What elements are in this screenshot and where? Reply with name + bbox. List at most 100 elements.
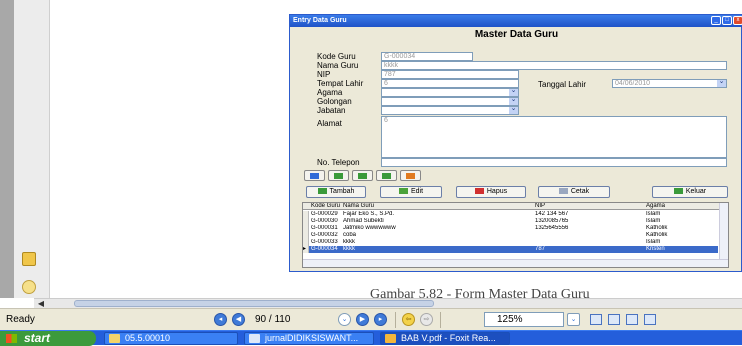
table-cell: Katholik — [646, 232, 668, 238]
hapus-button[interactable]: Hapus — [456, 186, 526, 198]
no-telepon-label: No. Telepon — [317, 158, 360, 167]
start-label: start — [24, 331, 51, 345]
row-selector[interactable] — [303, 239, 309, 246]
last-record-icon — [382, 173, 391, 179]
last-record-button[interactable] — [376, 170, 397, 181]
row-selector[interactable] — [303, 218, 309, 225]
navigation-panel — [14, 0, 50, 298]
forward-icon[interactable]: ⇨ — [420, 313, 433, 326]
first-page-icon[interactable]: ◂ — [214, 313, 227, 326]
table-cell: G-000033 — [311, 239, 338, 245]
agama-select[interactable] — [381, 88, 519, 97]
table-row[interactable]: G-000032 coba Katholik — [303, 232, 718, 239]
table-row[interactable]: G-000030 Ahmad Subekti 1320085765 Islam — [303, 218, 718, 225]
column-header[interactable]: Agama — [646, 203, 716, 210]
minimize-icon[interactable]: _ — [711, 16, 721, 25]
tanggal-lahir-label: Tanggal Lahir — [538, 80, 587, 89]
back-icon[interactable]: ⇦ — [402, 313, 415, 326]
close-icon[interactable]: x — [733, 16, 742, 25]
table-row[interactable]: G-000029 Fajar Eko S., S.Pd. 142 134 567 Is… — [303, 211, 718, 218]
tanggal-lahir-picker[interactable]: 04/06/2010 — [612, 79, 727, 88]
cetak-button[interactable]: Cetak — [538, 186, 610, 198]
jabatan-label: Jabatan — [317, 106, 346, 115]
table-row[interactable]: G-000031 Jatmiko wwwwwww 1325645556 Katholi… — [303, 225, 718, 232]
last-page-icon[interactable]: ▸ — [374, 313, 387, 326]
kode-guru-label: Kode Guru — [317, 52, 356, 61]
layers-icon[interactable] — [22, 252, 36, 266]
scroll-left-icon[interactable]: ◀ — [36, 299, 46, 308]
separator — [440, 312, 441, 328]
start-button[interactable]: start — [0, 331, 96, 346]
table-cell: G-000032 — [311, 232, 338, 238]
golongan-label: Golongan — [317, 97, 352, 106]
table-cell: Jatmiko wwwwwww — [343, 225, 396, 231]
page-dropdown-icon[interactable]: ⌄ — [338, 313, 351, 326]
row-selector[interactable] — [303, 232, 309, 239]
golongan-select[interactable] — [381, 97, 519, 106]
status-text: Ready — [6, 314, 35, 325]
tambah-label: Tambah — [329, 188, 355, 195]
form-title: Master Data Guru — [474, 29, 559, 40]
tambah-button[interactable]: Tambah — [306, 186, 366, 198]
zoom-select[interactable]: 125% — [484, 312, 564, 327]
scrollbar-thumb[interactable] — [74, 300, 434, 307]
page-number[interactable]: 90 / 110 — [255, 312, 335, 327]
exit-icon — [673, 188, 683, 195]
taskbar-item[interactable]: BAB V.pdf - Foxit Rea... — [380, 332, 510, 345]
table-cell: G-000030 — [311, 218, 338, 224]
alamat-label: Alamat — [317, 119, 342, 128]
keluar-label: Keluar — [685, 188, 707, 195]
jabatan-select[interactable] — [381, 106, 519, 115]
hapus-label: Hapus — [486, 188, 508, 195]
table-cell: Islam — [646, 239, 661, 245]
row-selector[interactable] — [303, 211, 309, 218]
windows-logo-icon — [6, 334, 17, 343]
next-page-icon[interactable]: ▶ — [356, 313, 369, 326]
left-rail — [0, 0, 14, 298]
keluar-button[interactable]: Keluar — [652, 186, 728, 198]
table-cell: kkkk — [343, 246, 355, 252]
no-telepon-field[interactable] — [381, 158, 727, 167]
table-cell: 1325645556 — [535, 225, 569, 231]
tempat-lahir-field[interactable]: 6 — [381, 79, 519, 88]
separator — [395, 312, 396, 328]
row-selector[interactable]: ▸ — [303, 246, 309, 253]
grid-horizontal-scrollbar[interactable] — [303, 259, 728, 267]
grid-vertical-scrollbar[interactable] — [719, 203, 728, 259]
kode-guru-field[interactable]: G-000034 — [381, 52, 473, 61]
continuous-facing-view-icon[interactable] — [644, 314, 656, 325]
next-record-icon — [358, 173, 367, 179]
column-header[interactable]: Nama Guru — [343, 203, 483, 210]
continuous-view-icon[interactable] — [608, 314, 620, 325]
table-cell: Islam — [646, 211, 661, 217]
edit-label: Edit — [410, 188, 424, 195]
taskbar-item[interactable]: jurnalDIDIKSISWANT... — [244, 332, 374, 345]
single-page-view-icon[interactable] — [590, 314, 602, 325]
nama-guru-field[interactable]: kkkk — [381, 61, 727, 70]
refresh-button[interactable] — [400, 170, 421, 181]
horizontal-scrollbar[interactable]: ◀ — [34, 298, 742, 308]
next-record-button[interactable] — [352, 170, 373, 181]
column-header[interactable]: Kode Guru — [311, 203, 343, 210]
column-header[interactable]: NIP — [535, 203, 645, 210]
previous-record-button[interactable] — [328, 170, 349, 181]
guru-data-grid[interactable]: Kode Guru Nama Guru NIP Agama G-000029 Fa… — [302, 202, 729, 268]
edit-button[interactable]: Edit — [380, 186, 442, 198]
nip-field[interactable]: 787 — [381, 70, 519, 79]
facing-view-icon[interactable] — [626, 314, 638, 325]
taskbar: start 05.5.00010 jurnalDIDIKSISWANT... B… — [0, 330, 742, 346]
taskbar-item[interactable]: 05.5.00010 — [104, 332, 238, 345]
previous-page-icon[interactable]: ◀ — [232, 313, 245, 326]
table-row[interactable]: G-000033 kkkk Islam — [303, 239, 718, 246]
figure-caption: Gambar 5.82 - Form Master Data Guru — [370, 287, 590, 298]
agama-label: Agama — [317, 88, 343, 97]
add-icon — [317, 188, 327, 195]
alamat-field[interactable]: 6 — [381, 116, 727, 158]
row-selector[interactable] — [303, 225, 309, 232]
first-record-button[interactable] — [304, 170, 325, 181]
table-row[interactable]: ▸ G-000034 kkkk 787 Kristen — [303, 246, 718, 253]
maximize-icon[interactable]: □ — [722, 16, 732, 25]
window-title: Entry Data Guru — [293, 17, 347, 24]
attachment-icon[interactable] — [22, 280, 36, 294]
zoom-dropdown-icon[interactable]: ⌄ — [567, 313, 580, 326]
